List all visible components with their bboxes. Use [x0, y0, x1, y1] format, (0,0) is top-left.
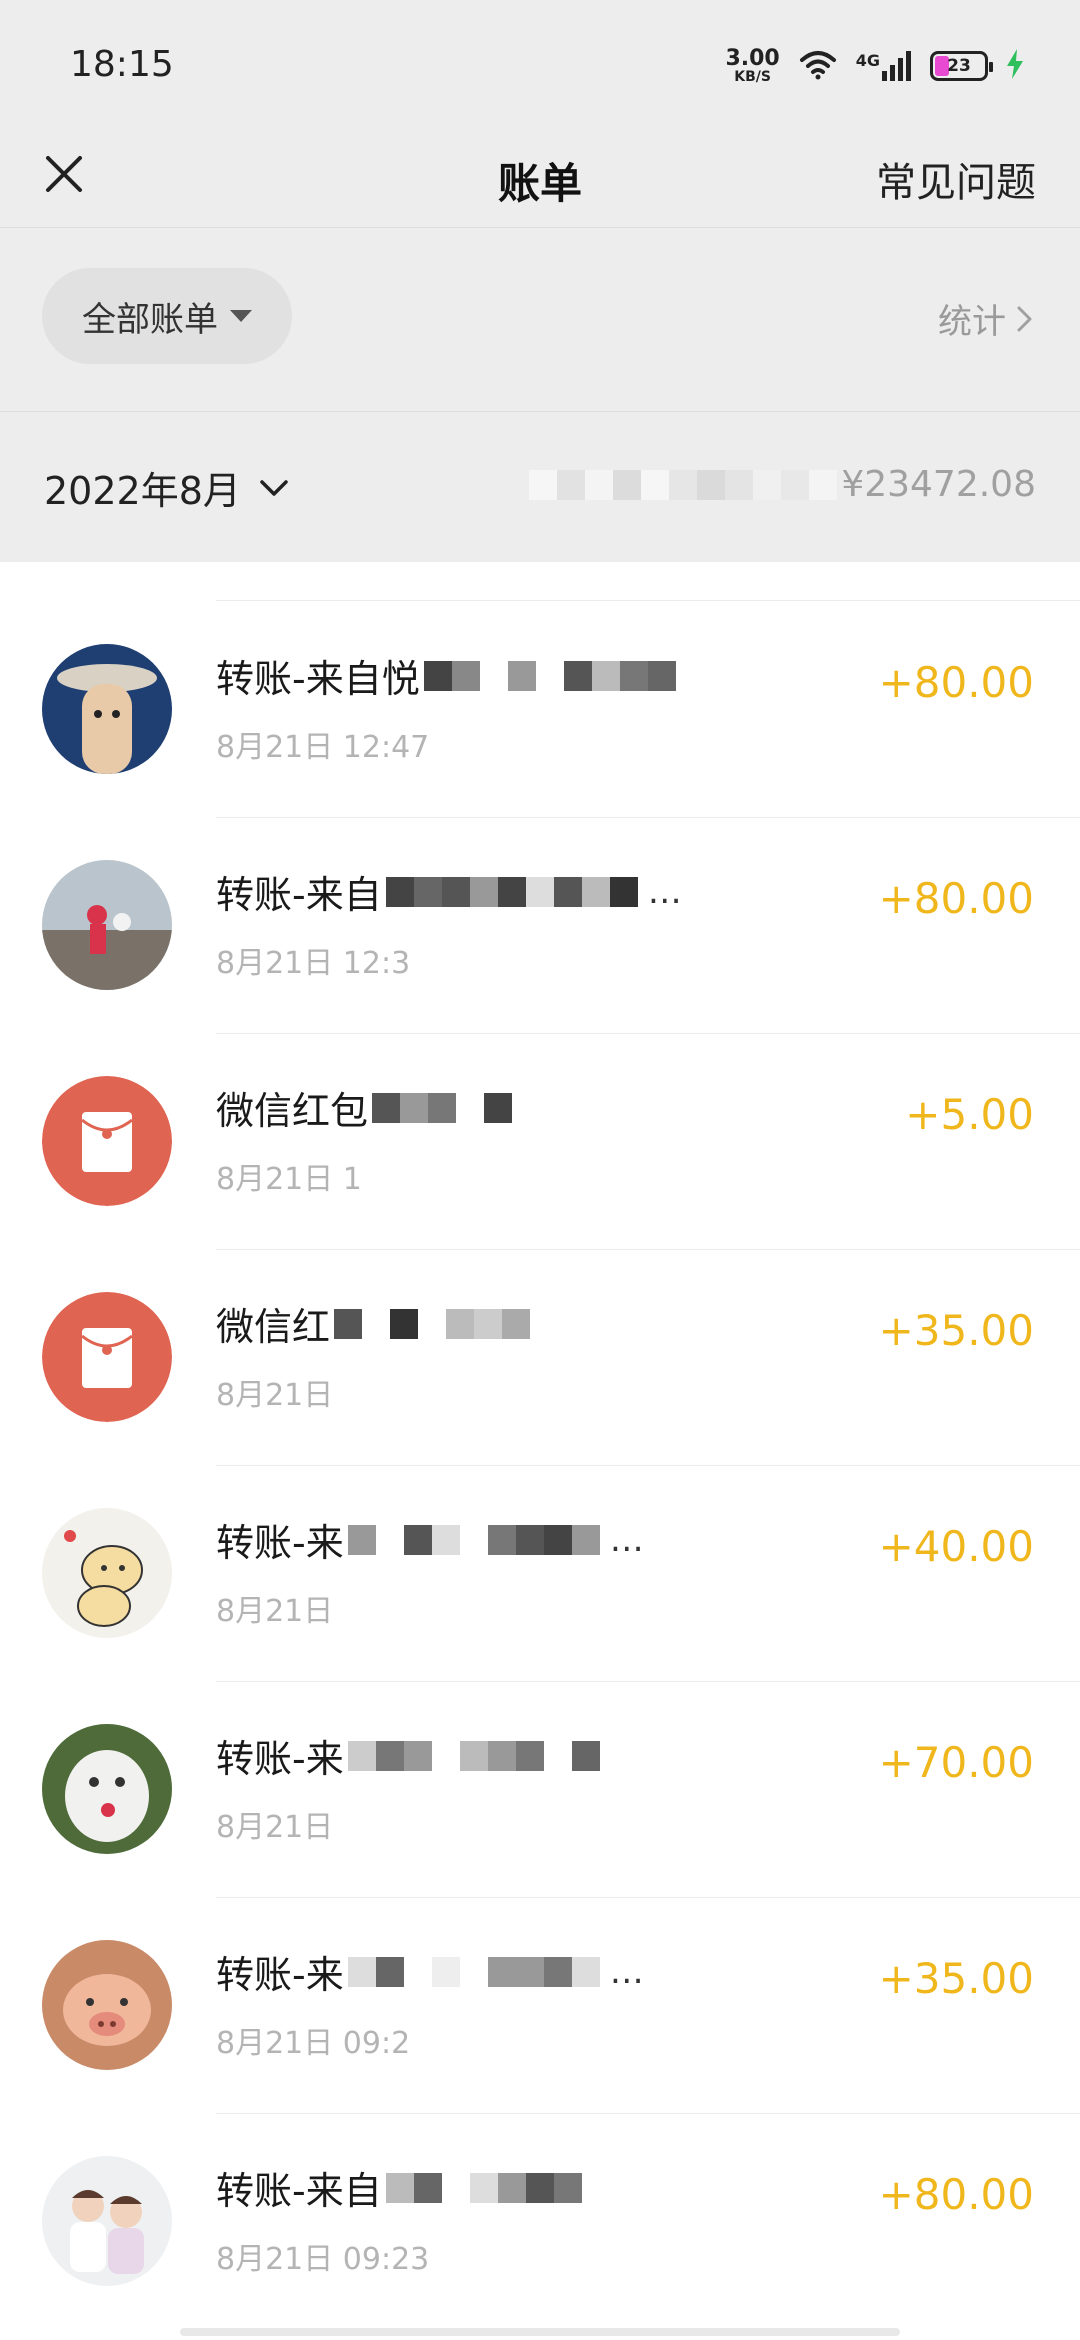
transaction-date: 8月21日	[216, 1810, 334, 1845]
transaction-title-text: 微信红包	[216, 1089, 369, 1133]
month-bar: 2022年8月 ¥23472.08	[0, 412, 1080, 562]
transaction-date: 8月21日 12:3	[216, 946, 411, 981]
transaction-title: 转账-来 …	[216, 1944, 644, 1999]
status-time: 18:15	[70, 44, 174, 85]
transaction-date: 8月21日 1	[216, 1162, 362, 1197]
transaction-title-text: 转账-来	[216, 1737, 344, 1781]
bill-filter-button[interactable]: 全部账单	[42, 268, 292, 364]
transaction-title: 转账-来自	[216, 2160, 582, 2215]
transaction-row[interactable]: 转账-来 … 8月21日 +40.00	[0, 1466, 1080, 1682]
triangle-down-icon	[230, 310, 252, 322]
battery-level: 23	[947, 56, 971, 76]
month-summary: ¥23472.08	[525, 464, 1036, 505]
transaction-title-text: 转账-来自	[216, 873, 382, 917]
transaction-row[interactable]: 转账-来自悦 8月21日 12:47 +80.00	[0, 602, 1080, 818]
stats-link[interactable]: 统计	[938, 294, 1034, 343]
wifi-icon	[798, 48, 838, 84]
ellipsis: …	[609, 1519, 644, 1560]
net-speed: 3.00 KB/S	[725, 46, 780, 85]
transaction-title-text: 转账-来自	[216, 2169, 382, 2213]
transaction-amount: +70.00	[878, 1738, 1034, 1787]
bill-filter-label: 全部账单	[82, 299, 218, 340]
transaction-title-text: 转账-来	[216, 1953, 344, 1997]
transaction-date: 8月21日	[216, 1378, 334, 1413]
blurred-text	[423, 660, 676, 691]
blurred-text	[347, 1740, 600, 1771]
signal-icon: 4G	[856, 51, 912, 81]
avatar	[42, 1508, 172, 1638]
avatar	[42, 1724, 172, 1854]
blurred-text	[347, 1956, 600, 1987]
transaction-amount: +35.00	[878, 1306, 1034, 1355]
transaction-title: 微信红包	[216, 1080, 513, 1135]
net-speed-value: 3.00	[725, 46, 780, 71]
month-total: ¥23472.08	[841, 464, 1036, 505]
month-selector[interactable]: 2022年8月	[44, 460, 289, 515]
transaction-row[interactable]: 转账-来 8月21日 +70.00	[0, 1682, 1080, 1898]
transaction-amount: +80.00	[878, 658, 1034, 707]
status-icons: 3.00 KB/S 4G 23	[725, 44, 1024, 88]
transaction-title: 转账-来自 …	[216, 864, 682, 919]
transaction-title: 转账-来自悦	[216, 648, 676, 703]
transaction-amount: +80.00	[878, 874, 1034, 923]
blurred-text	[372, 1092, 513, 1123]
chevron-down-icon	[260, 479, 288, 496]
transaction-title-text: 转账-来自悦	[216, 657, 420, 701]
ellipsis: …	[647, 871, 682, 912]
transaction-row[interactable]: 转账-来自 8月21日 09:23 +80.00	[0, 2114, 1080, 2330]
chevron-right-icon	[1017, 306, 1032, 331]
net-speed-unit: KB/S	[734, 69, 771, 85]
avatar	[42, 1940, 172, 2070]
transaction-title-text: 转账-来	[216, 1521, 344, 1565]
transaction-row[interactable]: 转账-来 … 8月21日 09:2 +35.00	[0, 1898, 1080, 2114]
blurred-text	[385, 876, 638, 907]
home-indicator	[180, 2328, 900, 2336]
transaction-list: 转账-来自悦 8月21日 12:47 +80.00 转账-来自 … 8月21日 …	[0, 562, 1080, 2340]
filter-bar: 全部账单 统计	[0, 228, 1080, 412]
transaction-row[interactable]: 微信红包 8月21日 1 +5.00	[0, 1034, 1080, 1250]
transaction-title-text: 微信红	[216, 1305, 331, 1349]
transaction-amount: +5.00	[905, 1090, 1034, 1139]
ellipsis: …	[609, 1951, 644, 1992]
status-bar: 18:15 3.00 KB/S 4G 23	[0, 0, 1080, 130]
transaction-date: 8月21日 09:2	[216, 2026, 411, 2061]
transaction-amount: +40.00	[878, 1522, 1034, 1571]
transaction-title: 转账-来	[216, 1728, 600, 1783]
avatar	[42, 2156, 172, 2286]
transaction-date: 8月21日 09:23	[216, 2242, 430, 2277]
blurred-text	[385, 2172, 582, 2203]
blurred-text	[347, 1524, 600, 1555]
stats-label: 统计	[938, 302, 1006, 342]
transaction-amount: +80.00	[878, 2170, 1034, 2219]
transaction-date: 8月21日 12:47	[216, 730, 430, 765]
charging-bolt-icon	[1006, 49, 1024, 83]
nav-bar: 账单 常见问题	[0, 120, 1080, 228]
transaction-date: 8月21日	[216, 1594, 334, 1629]
divider	[216, 600, 1080, 601]
battery-icon: 23	[930, 51, 993, 81]
network-type: 4G	[855, 51, 880, 70]
red-packet-icon	[42, 1076, 172, 1206]
transaction-title: 转账-来 …	[216, 1512, 644, 1567]
transaction-amount: +35.00	[878, 1954, 1034, 2003]
transaction-row[interactable]: 转账-来自 … 8月21日 12:3 +80.00	[0, 818, 1080, 1034]
avatar	[42, 644, 172, 774]
transaction-row[interactable]: 微信红 8月21日 +35.00	[0, 1250, 1080, 1466]
faq-link[interactable]: 常见问题	[876, 150, 1036, 208]
transaction-title: 微信红	[216, 1296, 531, 1351]
avatar	[42, 860, 172, 990]
month-label: 2022年8月	[44, 469, 241, 513]
blurred-text	[529, 469, 838, 500]
blurred-text	[334, 1308, 531, 1339]
red-packet-icon	[42, 1292, 172, 1422]
